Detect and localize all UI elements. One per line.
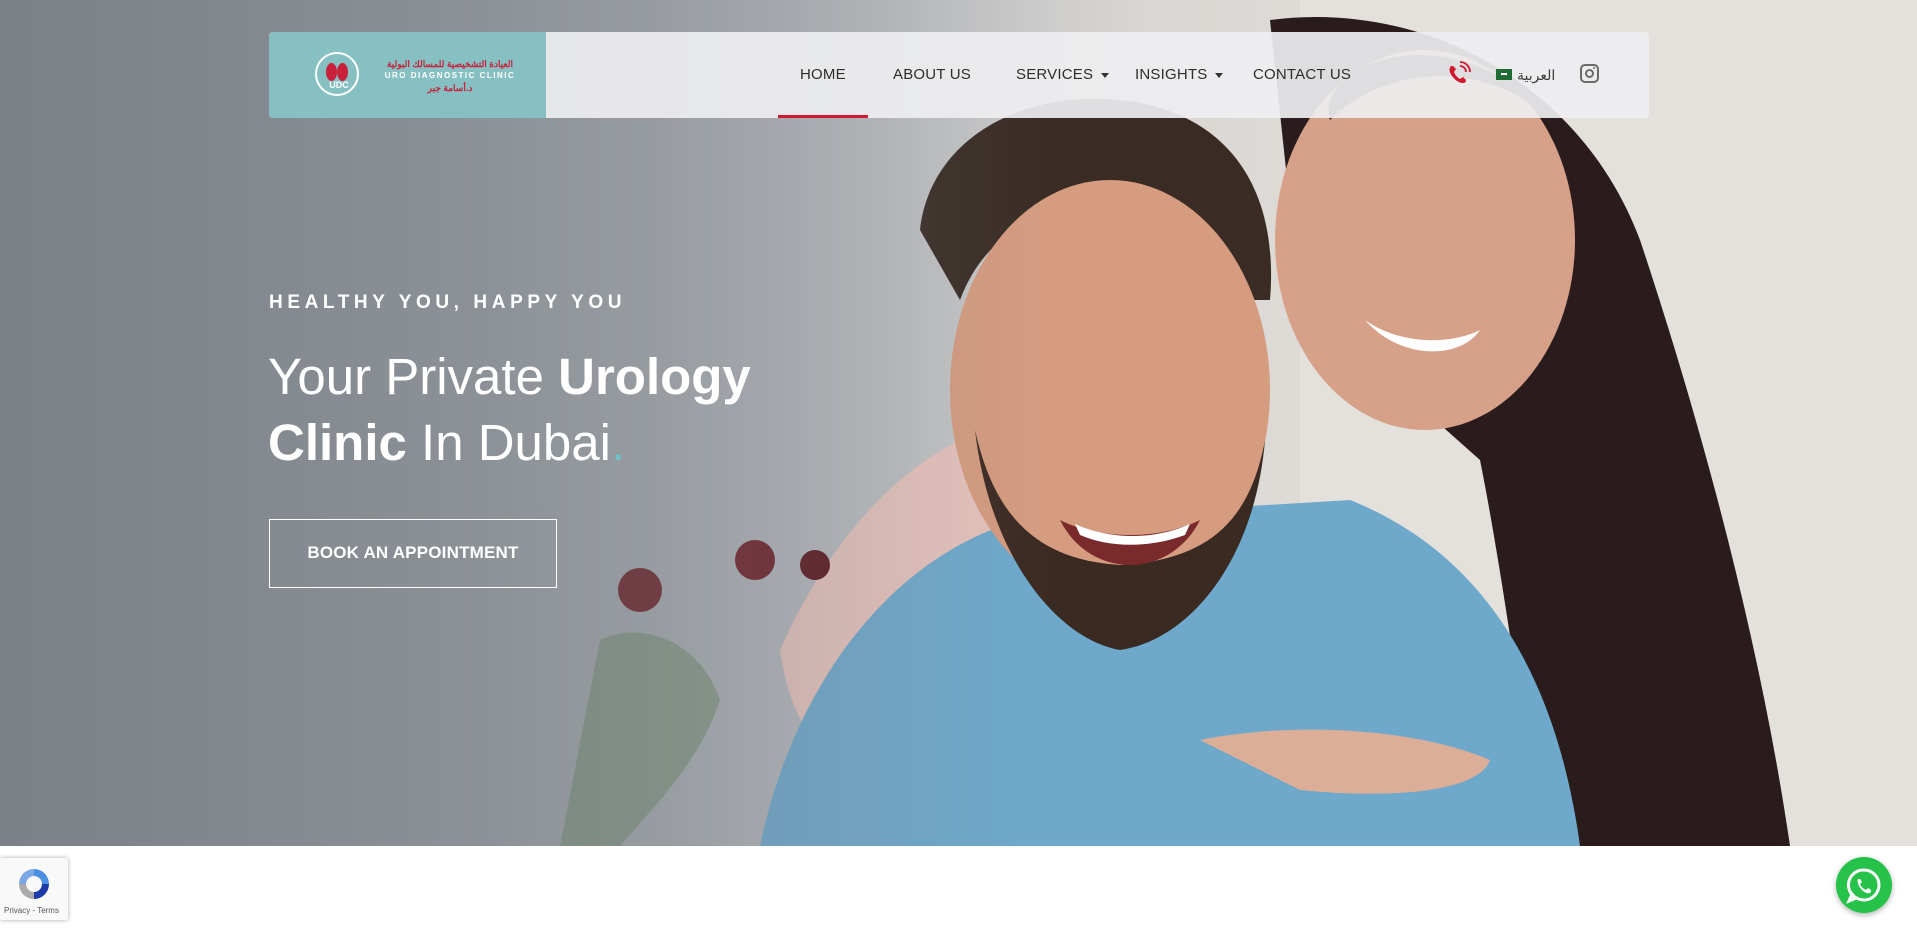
saudi-flag-icon: [1496, 69, 1512, 80]
nav-about-us[interactable]: ABOUT US: [893, 32, 971, 118]
logo-text: العيادة التشخيصية للمسالك البولية URO DI…: [365, 58, 535, 94]
whatsapp-icon: [1846, 868, 1881, 904]
top-navbar: UDC العيادة التشخيصية للمسالك البولية UR…: [269, 32, 1649, 118]
nav-insights-label: INSIGHTS: [1135, 66, 1208, 83]
recaptcha-icon: [19, 869, 49, 899]
headline-part-3: Clinic: [268, 414, 407, 471]
book-appointment-button[interactable]: BOOK AN APPOINTMENT: [269, 519, 557, 588]
whatsapp-chat-button[interactable]: [1836, 857, 1892, 913]
kidney-logo-icon: UDC: [315, 52, 359, 96]
recaptcha-links: Privacy - Terms: [4, 906, 59, 915]
chevron-down-icon: [1101, 72, 1110, 78]
instagram-icon[interactable]: [1580, 64, 1599, 83]
nav-home[interactable]: HOME: [778, 32, 868, 118]
nav-contact-us[interactable]: CONTACT US: [1253, 32, 1351, 118]
logo-doctor-name: د.أسامة جبر: [427, 83, 473, 93]
logo-arabic-name: العيادة التشخيصية للمسالك البولية: [386, 59, 514, 69]
language-switch-arabic[interactable]: العربية: [1517, 32, 1555, 118]
hero-headline: Your Private Urology Clinic In Dubai.: [268, 344, 828, 476]
nav-services-label: SERVICES: [1016, 66, 1094, 83]
recaptcha-badge[interactable]: Privacy - Terms: [0, 858, 68, 920]
nav-services[interactable]: SERVICES: [1016, 32, 1110, 118]
logo-abbr: UDC: [329, 80, 349, 90]
logo-english-name: URO DIAGNOSTIC CLINIC: [384, 71, 516, 80]
headline-part-2: Urology: [558, 348, 751, 405]
hero-tagline: HEALTHY YOU, HAPPY YOU: [269, 292, 627, 313]
phone-ringing-icon[interactable]: [1445, 61, 1471, 87]
headline-part-4: In Dubai: [406, 414, 611, 471]
headline-accent-dot: .: [610, 414, 626, 471]
nav-insights[interactable]: INSIGHTS: [1135, 32, 1224, 118]
chevron-down-icon: [1215, 72, 1224, 78]
clinic-logo[interactable]: UDC العيادة التشخيصية للمسالك البولية UR…: [269, 32, 546, 118]
headline-part-1: Your Private: [268, 348, 559, 405]
